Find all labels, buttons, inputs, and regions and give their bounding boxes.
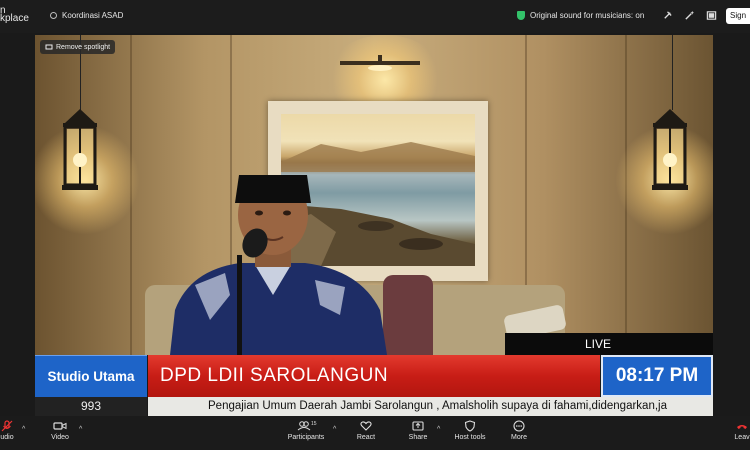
shield-icon [464, 420, 476, 432]
spotlight-video[interactable]: LIVE Remove spotlight [35, 35, 713, 355]
participants-label: Participants [287, 434, 325, 441]
grid-view-icon[interactable] [706, 10, 717, 21]
participants-options-chevron-icon[interactable]: ^ [333, 426, 336, 433]
left-lantern [62, 109, 98, 190]
info-icon [50, 12, 57, 19]
meeting-info[interactable]: Koordinasi ASAD [50, 11, 123, 20]
share-button[interactable]: Share [404, 420, 432, 441]
video-options-chevron-icon[interactable]: ^ [79, 426, 82, 433]
pin-icon[interactable] [662, 10, 673, 21]
leave-label: Leav [734, 434, 750, 441]
participants-icon: 15 [297, 421, 317, 431]
more-button[interactable]: More [506, 420, 532, 441]
sign-in-button[interactable]: Sign [726, 8, 750, 24]
news-ticker: Pengajian Umum Daerah Jambi Sarolangun ,… [148, 397, 713, 416]
react-label: React [356, 434, 376, 441]
spotlight-icon [45, 44, 53, 50]
participants-count: 15 [311, 421, 317, 427]
sound-mode-label: Original sound for musicians: on [530, 11, 645, 20]
more-icon [513, 420, 525, 432]
microphone-icon [1, 420, 13, 432]
share-options-chevron-icon[interactable]: ^ [437, 426, 440, 433]
ticker-text: Pengajian Umum Daerah Jambi Sarolangun ,… [208, 400, 667, 412]
share-label: Share [408, 434, 428, 441]
leave-icon [737, 425, 747, 429]
right-lantern [652, 109, 688, 190]
more-label: More [511, 434, 527, 441]
audio-label: udio [0, 434, 14, 441]
title-banner: DPD LDII SAROLANGUN [148, 355, 600, 397]
remove-spotlight-label: Remove spotlight [56, 43, 111, 51]
participants-button[interactable]: 15 Participants [284, 420, 328, 441]
host-tools-button[interactable]: Host tools [452, 420, 488, 441]
app-brand: n kplace [0, 6, 29, 24]
picture-light [340, 55, 420, 71]
banner-title: DPD LDII SAROLANGUN [160, 365, 389, 386]
studio-label: Studio Utama [35, 355, 147, 397]
meeting-toolbar: udio ^ Video ^ 15 Participants ^ React S… [0, 416, 750, 450]
video-button[interactable]: Video [48, 420, 72, 441]
clock: 08:17 PM [601, 355, 713, 397]
top-bar: n kplace Koordinasi ASAD Original sound … [0, 0, 750, 33]
react-button[interactable]: React [352, 420, 380, 441]
lamp-chain [672, 35, 673, 110]
meeting-name: Koordinasi ASAD [62, 11, 124, 20]
audio-options-chevron-icon[interactable]: ^ [22, 426, 25, 433]
speaker-person [170, 175, 387, 355]
channel-number: 993 [35, 397, 147, 416]
leave-button[interactable]: Leav [734, 420, 750, 441]
remove-spotlight-button[interactable]: Remove spotlight [40, 40, 116, 54]
shield-icon [517, 11, 525, 20]
share-screen-icon [412, 421, 424, 431]
host-tools-label: Host tools [454, 434, 486, 441]
camera-icon [53, 422, 67, 430]
brand-line-2: kplace [0, 13, 29, 24]
magic-wand-icon[interactable] [684, 10, 695, 21]
audio-button[interactable]: udio [0, 420, 18, 441]
live-label: LIVE [585, 337, 612, 351]
video-label: Video [51, 434, 69, 441]
heart-icon [360, 421, 372, 431]
original-sound-indicator[interactable]: Original sound for musicians: on [517, 11, 644, 20]
